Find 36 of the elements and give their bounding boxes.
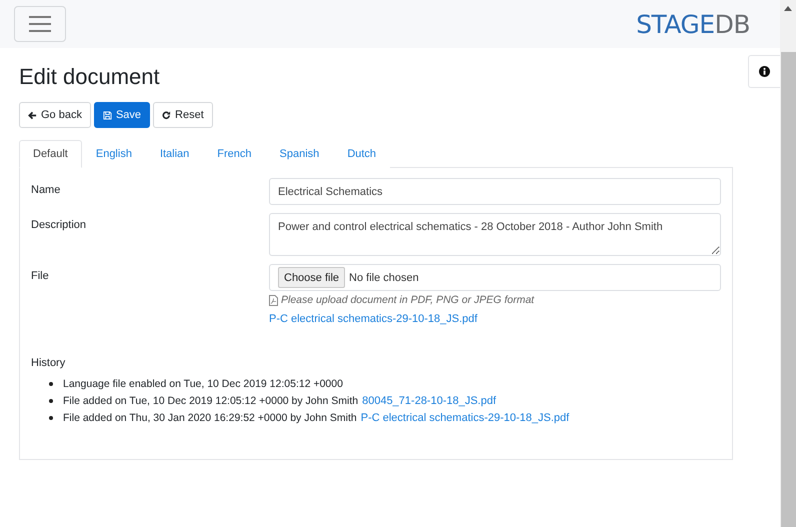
file-field[interactable]: Choose file No file chosen [269, 264, 721, 291]
scrollbar[interactable] [780, 0, 796, 527]
file-link[interactable]: 80045_71-28-10-18_JS.pdf [362, 394, 496, 406]
name-input[interactable]: Electrical Schematics [269, 178, 721, 205]
info-button[interactable] [748, 55, 780, 88]
logo-text: STAGE [636, 10, 715, 38]
field-label: Name [31, 183, 62, 198]
description-textarea[interactable]: Power and control electrical schematics - 28 October 2018 - Author John Smith [269, 213, 721, 256]
history-entry: File added on Thu, 30 Jan 2020 16:29:52 +0000 by John Smith [63, 412, 357, 424]
bullet-icon [49, 416, 53, 420]
history-title: History [31, 357, 66, 369]
info-icon [759, 66, 770, 77]
save-button[interactable]: Save [94, 102, 150, 128]
reset-button[interactable]: Reset [153, 102, 213, 128]
page-title: Edit document [19, 64, 161, 90]
file-link[interactable]: P-C electrical schematics-29-10-18_JS.pdf [269, 313, 478, 325]
redo-icon [162, 110, 172, 120]
scroll-up-icon [784, 6, 792, 11]
field-label: File [31, 269, 50, 284]
back-button[interactable]: Go back [19, 102, 91, 128]
menu-icon [29, 16, 51, 32]
arrow-left-icon [28, 110, 37, 120]
history-entry: Language file enabled on Tue, 10 Dec 2019 12:05:12 +0000 [63, 378, 343, 390]
bullet-icon [49, 398, 53, 402]
upload-hint: Please upload document in PDF, PNG or JPEG format [281, 294, 534, 306]
language-tab[interactable]: Default [19, 140, 82, 168]
menu-button[interactable] [14, 6, 66, 42]
logo-text: DB [714, 10, 750, 38]
bullet-icon [49, 382, 53, 386]
field-label: Description [31, 218, 88, 233]
scrollbar-thumb[interactable] [780, 52, 796, 527]
history-entry: File added on Tue, 10 Dec 2019 12:05:12 +0000 by John Smith [63, 394, 358, 406]
choose-file-button[interactable]: Choose file [278, 267, 346, 288]
file-link[interactable]: P-C electrical schematics-29-10-18_JS.pdf [360, 412, 570, 424]
pdf-file-icon [269, 294, 278, 306]
file-status: No file chosen [349, 272, 419, 284]
